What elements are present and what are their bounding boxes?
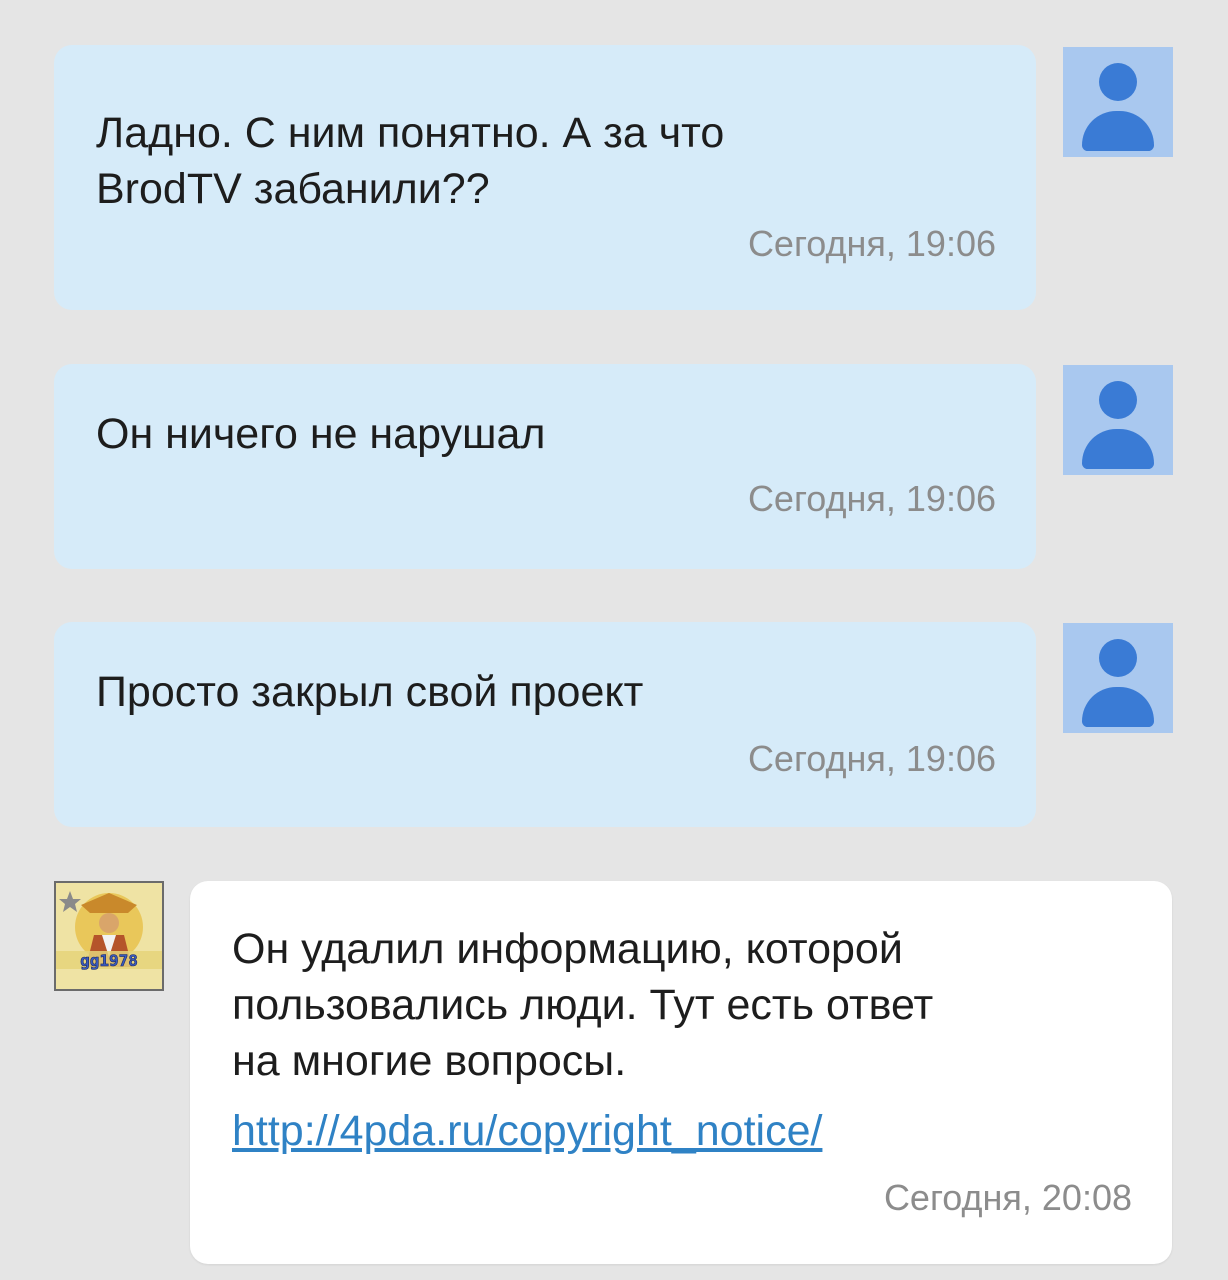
- avatar-caption: gg1978: [80, 951, 138, 970]
- avatar-body-shape: [1082, 429, 1154, 469]
- message-text: Просто закрыл свой проект: [96, 668, 644, 716]
- message-timestamp: Сегодня, 19:06: [747, 223, 996, 264]
- message-text: Ладно. С ним понятно. А за что BrodTV за…: [96, 109, 725, 213]
- message-bubble-1[interactable]: Ладно. С ним понятно. А за что BrodTV за…: [54, 45, 1036, 310]
- avatar-head-shape: [1099, 63, 1137, 101]
- avatar-picture: gg1978: [56, 883, 162, 989]
- message-bubble-4[interactable]: Он удалил информацию, которой пользовали…: [190, 881, 1172, 1264]
- avatar-head-shape: [1099, 639, 1137, 677]
- message-bubble-3[interactable]: Просто закрыл свой проект Сегодня, 19:06: [54, 622, 1036, 827]
- copyright-notice-link[interactable]: http://4pda.ru/copyright_notice/: [232, 1103, 822, 1159]
- message-text: Он удалил информацию, которой пользовали…: [232, 925, 934, 1085]
- default-user-icon[interactable]: [1063, 365, 1173, 475]
- message-timestamp: Сегодня, 20:08: [883, 1177, 1132, 1218]
- message-text: Он ничего не нарушал: [96, 410, 546, 458]
- avatar-head-shape: [1099, 381, 1137, 419]
- default-user-icon[interactable]: [1063, 47, 1173, 157]
- default-user-icon[interactable]: [1063, 623, 1173, 733]
- message-timestamp: Сегодня, 19:06: [747, 738, 996, 779]
- avatar-body-shape: [1082, 687, 1154, 727]
- message-bubble-2[interactable]: Он ничего не нарушал Сегодня, 19:06: [54, 364, 1036, 569]
- user-avatar-image[interactable]: gg1978: [54, 881, 164, 991]
- avatar-body-shape: [1082, 111, 1154, 151]
- message-timestamp: Сегодня, 19:06: [747, 478, 996, 519]
